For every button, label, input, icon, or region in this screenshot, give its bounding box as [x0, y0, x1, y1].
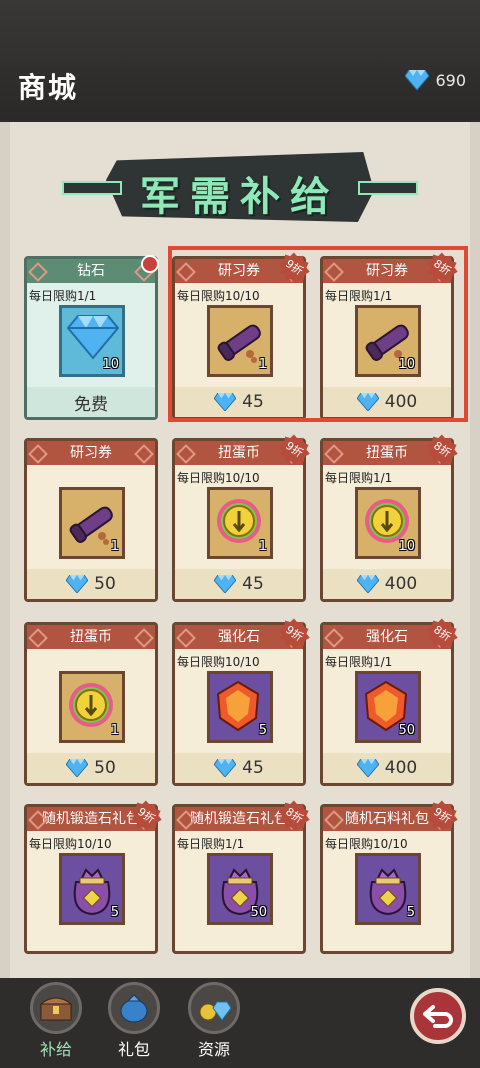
shop-item-card[interactable]: 随机石料礼包 每日限购10/10 5 9折 [320, 804, 454, 954]
item-title: 扭蛋币 [27, 625, 155, 649]
item-icon-box: 1 [59, 671, 125, 743]
supply-banner: 军需补给 [58, 152, 422, 222]
price-value: 400 [384, 758, 418, 778]
bag-icon [108, 982, 160, 1034]
buy-button[interactable]: 400 [323, 753, 451, 783]
item-icon-box: 10 [59, 305, 125, 377]
diamond-icon [356, 575, 379, 593]
buy-button[interactable]: 45 [175, 753, 303, 783]
chest-icon [30, 982, 82, 1034]
item-quantity: 50 [250, 905, 267, 920]
item-icon-box: 10 [355, 487, 421, 559]
banner-title: 军需补给 [140, 174, 340, 220]
purchase-limit: 每日限购1/1 [325, 471, 393, 485]
item-quantity: 5 [258, 723, 267, 738]
item-icon-box: 5 [355, 853, 421, 925]
price-value: 50 [94, 574, 116, 594]
shop-item-card[interactable]: 随机锻造石礼包 每日限购1/1 50 8折 [172, 804, 306, 954]
top-bar: 商城 690 [0, 0, 480, 120]
purchase-limit: 每日限购10/10 [29, 837, 112, 851]
shop-item-card[interactable]: 随机锻造石礼包 每日限购10/10 5 9折 [24, 804, 158, 954]
item-icon-box: 50 [207, 853, 273, 925]
coin-icon [66, 680, 116, 734]
price-value: 400 [384, 574, 418, 594]
shop-item-card[interactable]: 钻石每日限购1/1 10 免费 [24, 255, 159, 420]
shop-item-card[interactable]: 扭蛋币 每日限购10/10 1 45 9折 [172, 438, 306, 602]
shop-item-card[interactable]: 强化石 每日限购1/1 50 400 8折 [320, 622, 454, 786]
purchase-limit: 每日限购10/10 [325, 837, 408, 851]
buy-button[interactable]: 45 [175, 569, 303, 599]
item-quantity: 1 [110, 723, 119, 738]
claim-button[interactable]: 免费 [27, 387, 155, 417]
buy-button[interactable]: 400 [323, 569, 451, 599]
price-label: 免费 [74, 394, 108, 415]
item-icon-box: 5 [207, 671, 273, 743]
purchase-limit: 每日限购1/1 [325, 655, 393, 669]
diamond-icon [66, 575, 89, 593]
tab-resources-label: 资源 [197, 1040, 230, 1059]
buy-button[interactable]: 50 [27, 753, 155, 783]
back-button[interactable] [410, 988, 466, 1044]
tab-supply-label: 补给 [39, 1040, 72, 1059]
item-quantity: 10 [102, 357, 119, 372]
diamond-icon [66, 759, 89, 777]
price-value: 45 [242, 574, 264, 594]
item-icon-box: 5 [59, 853, 125, 925]
item-quantity: 5 [110, 905, 119, 920]
notification-dot [141, 255, 159, 273]
item-quantity: 1 [110, 539, 119, 554]
gem-counter: 690 [405, 70, 466, 90]
shop-item-card[interactable]: 扭蛋币 1 50 [24, 622, 158, 786]
tab-supply[interactable]: 补给 [26, 982, 86, 1060]
resources-icon [188, 982, 240, 1034]
item-title: 钻石 [27, 259, 155, 283]
item-quantity: 10 [398, 539, 415, 554]
shop-item-card[interactable]: 研习券 1 50 [24, 438, 158, 602]
purchase-limit: 每日限购1/1 [177, 837, 245, 851]
purchase-limit: 每日限购10/10 [177, 655, 260, 669]
page-title: 商城 [18, 71, 79, 104]
bottom-nav: 补给 礼包 资源 [0, 978, 480, 1068]
tab-resources[interactable]: 资源 [184, 982, 244, 1060]
item-quantity: 50 [398, 723, 415, 738]
item-title: 研习券 [27, 441, 155, 465]
price-value: 50 [94, 758, 116, 778]
item-icon-box: 50 [355, 671, 421, 743]
gem-count-value: 690 [435, 70, 466, 90]
price-value: 45 [242, 758, 264, 778]
item-icon-box: 1 [59, 487, 125, 559]
coin-icon [214, 496, 264, 550]
diamond-icon [356, 759, 379, 777]
purchase-limit: 每日限购1/1 [29, 289, 97, 303]
highlight-frame [168, 246, 468, 422]
item-icon-box: 1 [207, 487, 273, 559]
tab-gift[interactable]: 礼包 [104, 982, 164, 1060]
diamond-icon [214, 575, 237, 593]
tab-gift-label: 礼包 [117, 1040, 150, 1059]
enhance-stone-icon [214, 680, 262, 736]
shop-item-card[interactable]: 强化石 每日限购10/10 5 45 9折 [172, 622, 306, 786]
diamond-icon [214, 759, 237, 777]
purchase-limit: 每日限购10/10 [177, 471, 260, 485]
item-quantity: 1 [258, 539, 267, 554]
diamond-icon [405, 70, 430, 90]
buy-button[interactable]: 50 [27, 569, 155, 599]
return-icon [423, 1005, 453, 1028]
item-quantity: 5 [406, 905, 415, 920]
shop-item-card[interactable]: 扭蛋币 每日限购1/1 10 400 8折 [320, 438, 454, 602]
